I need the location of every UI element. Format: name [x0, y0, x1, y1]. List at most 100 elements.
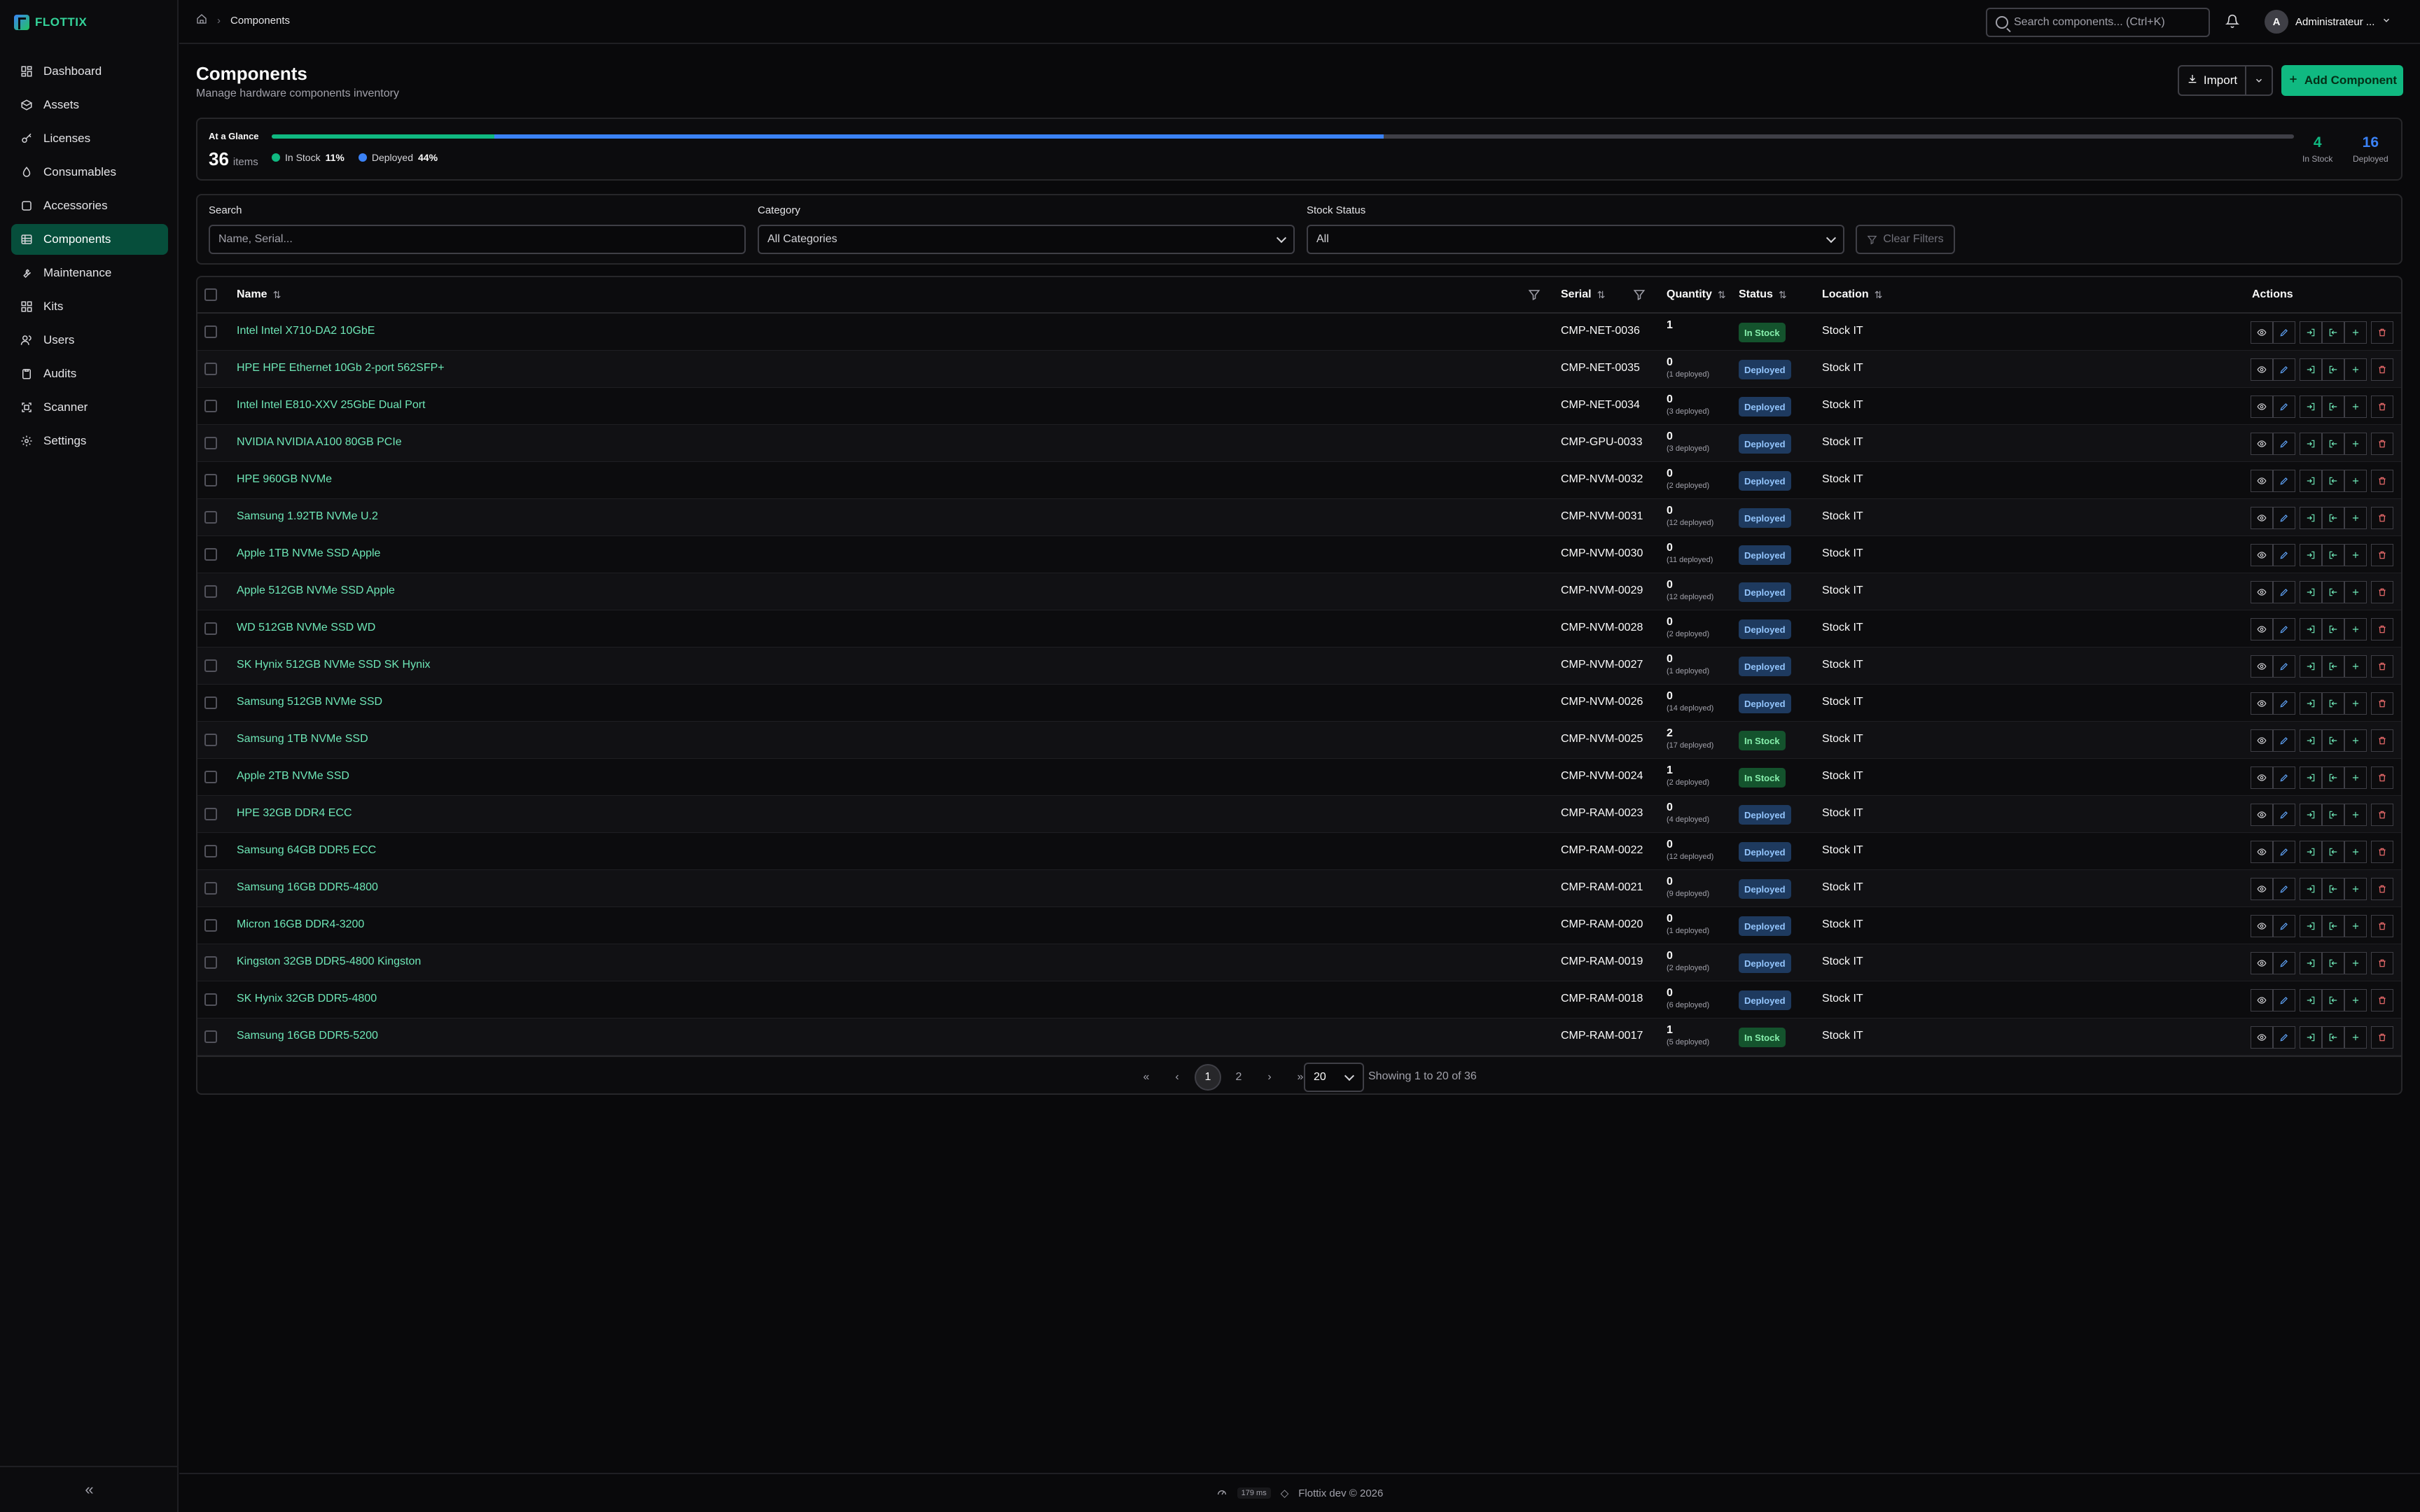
- view-icon[interactable]: [2251, 470, 2273, 492]
- table-row[interactable]: Kingston 32GB DDR5-4800 Kingston CMP-RAM-…: [197, 944, 2401, 981]
- sidebar-item-settings[interactable]: Settings: [11, 426, 168, 456]
- checkout-icon[interactable]: [2300, 581, 2322, 603]
- checkout-icon[interactable]: [2300, 1026, 2322, 1049]
- row-checkbox[interactable]: [204, 326, 217, 338]
- edit-icon[interactable]: [2273, 952, 2295, 974]
- component-name-link[interactable]: Samsung 512GB NVMe SSD: [237, 696, 382, 708]
- table-row[interactable]: Micron 16GB DDR4-3200 CMP-RAM-0020 0 (1 dep…: [197, 907, 2401, 944]
- checkin-icon[interactable]: [2322, 841, 2344, 863]
- view-icon[interactable]: [2251, 544, 2273, 566]
- view-icon[interactable]: [2251, 321, 2273, 344]
- view-icon[interactable]: [2251, 878, 2273, 900]
- checkout-icon[interactable]: [2300, 544, 2322, 566]
- view-icon[interactable]: [2251, 618, 2273, 640]
- table-row[interactable]: Intel Intel E810-XXV 25GbE Dual Port CMP-…: [197, 388, 2401, 425]
- clear-filters-button[interactable]: Clear Filters: [1856, 225, 1955, 254]
- edit-icon[interactable]: [2273, 544, 2295, 566]
- global-search-input[interactable]: Search components... (Ctrl+K): [1986, 8, 2210, 37]
- edit-icon[interactable]: [2273, 804, 2295, 826]
- component-name-link[interactable]: Samsung 16GB DDR5-4800: [237, 881, 378, 894]
- view-icon[interactable]: [2251, 989, 2273, 1011]
- edit-icon[interactable]: [2273, 841, 2295, 863]
- checkin-icon[interactable]: [2322, 729, 2344, 752]
- user-menu[interactable]: A Administrateur ...: [2265, 10, 2391, 34]
- checkout-icon[interactable]: [2300, 692, 2322, 715]
- checkin-icon[interactable]: [2322, 618, 2344, 640]
- sidebar-item-assets[interactable]: Assets: [11, 90, 168, 120]
- component-name-link[interactable]: SK Hynix 512GB NVMe SSD SK Hynix: [237, 659, 431, 671]
- add-stock-icon[interactable]: [2344, 989, 2367, 1011]
- row-checkbox[interactable]: [204, 993, 217, 1006]
- checkin-icon[interactable]: [2322, 655, 2344, 678]
- add-component-button[interactable]: Add Component: [2281, 65, 2403, 96]
- edit-icon[interactable]: [2273, 358, 2295, 381]
- checkin-icon[interactable]: [2322, 952, 2344, 974]
- checkout-icon[interactable]: [2300, 433, 2322, 455]
- add-stock-icon[interactable]: [2344, 321, 2367, 344]
- delete-icon[interactable]: [2371, 433, 2393, 455]
- bell-icon[interactable]: [2225, 14, 2242, 31]
- component-name-link[interactable]: Intel Intel X710-DA2 10GbE: [237, 325, 375, 337]
- row-checkbox[interactable]: [204, 882, 217, 895]
- prev-page-button[interactable]: ‹: [1164, 1064, 1190, 1091]
- view-icon[interactable]: [2251, 1026, 2273, 1049]
- view-icon[interactable]: [2251, 915, 2273, 937]
- view-icon[interactable]: [2251, 692, 2273, 715]
- edit-icon[interactable]: [2273, 396, 2295, 418]
- component-name-link[interactable]: Samsung 16GB DDR5-5200: [237, 1030, 378, 1042]
- filter-icon[interactable]: [1528, 288, 1541, 301]
- component-name-link[interactable]: Intel Intel E810-XXV 25GbE Dual Port: [237, 399, 425, 412]
- checkin-icon[interactable]: [2322, 544, 2344, 566]
- delete-icon[interactable]: [2371, 952, 2393, 974]
- component-name-link[interactable]: Apple 512GB NVMe SSD Apple: [237, 584, 395, 597]
- edit-icon[interactable]: [2273, 766, 2295, 789]
- row-checkbox[interactable]: [204, 622, 217, 635]
- view-icon[interactable]: [2251, 581, 2273, 603]
- column-status[interactable]: Status ⇅: [1739, 288, 1787, 301]
- table-row[interactable]: Samsung 512GB NVMe SSD CMP-NVM-0026 0 (14 d…: [197, 685, 2401, 722]
- delete-icon[interactable]: [2371, 1026, 2393, 1049]
- checkout-icon[interactable]: [2300, 804, 2322, 826]
- view-icon[interactable]: [2251, 358, 2273, 381]
- checkout-icon[interactable]: [2300, 618, 2322, 640]
- edit-icon[interactable]: [2273, 655, 2295, 678]
- row-checkbox[interactable]: [204, 1030, 217, 1043]
- checkout-icon[interactable]: [2300, 655, 2322, 678]
- component-name-link[interactable]: HPE 960GB NVMe: [237, 473, 332, 486]
- row-checkbox[interactable]: [204, 585, 217, 598]
- view-icon[interactable]: [2251, 396, 2273, 418]
- sidebar-item-maintenance[interactable]: Maintenance: [11, 258, 168, 288]
- delete-icon[interactable]: [2371, 804, 2393, 826]
- component-name-link[interactable]: SK Hynix 32GB DDR5-4800: [237, 993, 377, 1005]
- row-checkbox[interactable]: [204, 808, 217, 820]
- add-stock-icon[interactable]: [2344, 729, 2367, 752]
- delete-icon[interactable]: [2371, 396, 2393, 418]
- checkin-icon[interactable]: [2322, 804, 2344, 826]
- component-name-link[interactable]: Kingston 32GB DDR5-4800 Kingston: [237, 955, 421, 968]
- sidebar-item-consumables[interactable]: Consumables: [11, 157, 168, 188]
- table-row[interactable]: Samsung 1.92TB NVMe U.2 CMP-NVM-0031 0 (12 …: [197, 499, 2401, 536]
- edit-icon[interactable]: [2273, 989, 2295, 1011]
- edit-icon[interactable]: [2273, 581, 2295, 603]
- view-icon[interactable]: [2251, 433, 2273, 455]
- checkin-icon[interactable]: [2322, 507, 2344, 529]
- edit-icon[interactable]: [2273, 433, 2295, 455]
- table-row[interactable]: Apple 2TB NVMe SSD CMP-NVM-0024 1 (2 deploy…: [197, 759, 2401, 796]
- add-stock-icon[interactable]: [2344, 358, 2367, 381]
- delete-icon[interactable]: [2371, 507, 2393, 529]
- checkin-icon[interactable]: [2322, 766, 2344, 789]
- add-stock-icon[interactable]: [2344, 581, 2367, 603]
- checkout-icon[interactable]: [2300, 470, 2322, 492]
- category-select[interactable]: All Categories: [758, 225, 1295, 254]
- add-stock-icon[interactable]: [2344, 952, 2367, 974]
- checkout-icon[interactable]: [2300, 729, 2322, 752]
- edit-icon[interactable]: [2273, 878, 2295, 900]
- table-row[interactable]: NVIDIA NVIDIA A100 80GB PCIe CMP-GPU-0033…: [197, 425, 2401, 462]
- select-all-checkbox[interactable]: [204, 288, 217, 301]
- delete-icon[interactable]: [2371, 878, 2393, 900]
- delete-icon[interactable]: [2371, 989, 2393, 1011]
- table-row[interactable]: Apple 1TB NVMe SSD Apple CMP-NVM-0030 0 (11…: [197, 536, 2401, 573]
- table-row[interactable]: SK Hynix 32GB DDR5-4800 CMP-RAM-0018 0 (6 d…: [197, 981, 2401, 1018]
- checkout-icon[interactable]: [2300, 766, 2322, 789]
- checkout-icon[interactable]: [2300, 841, 2322, 863]
